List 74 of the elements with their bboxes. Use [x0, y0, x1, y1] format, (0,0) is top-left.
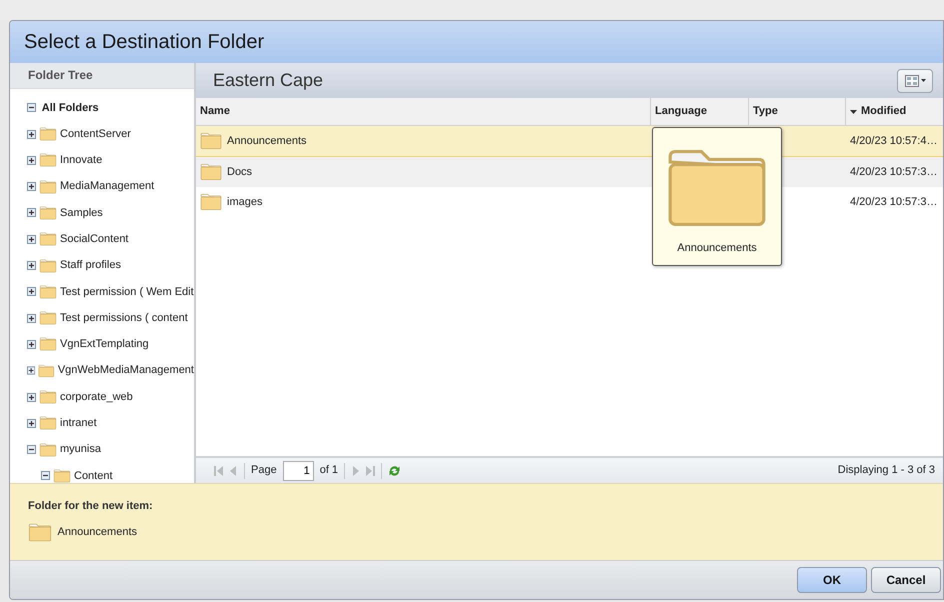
folder-icon [39, 258, 57, 273]
table-cell-text: 4/20/23 10:57:4… [850, 134, 938, 148]
tree-item[interactable]: Samples [60, 204, 103, 222]
tree-item[interactable]: Staff profiles [60, 257, 121, 274]
expand-icon[interactable] [27, 287, 36, 296]
folder-icon [28, 522, 52, 542]
expand-icon[interactable] [27, 182, 36, 192]
destination-label: Folder for the new item: [28, 499, 154, 514]
column-header[interactable]: Language [651, 98, 749, 125]
column-header[interactable]: Type [749, 98, 846, 125]
tree-item[interactable]: MediaManagement [60, 178, 154, 195]
table-cell-text: Announcements [227, 134, 306, 148]
tree-item[interactable]: Content [74, 468, 113, 483]
expand-icon[interactable] [27, 130, 36, 139]
page-field[interactable]: 1 [282, 460, 314, 480]
folder-icon [39, 337, 57, 352]
expand-icon[interactable] [27, 392, 36, 402]
expand-icon[interactable] [27, 418, 36, 428]
folder-icon [39, 153, 57, 168]
ok-button[interactable]: OK [797, 567, 867, 593]
folder-icon [38, 364, 55, 378]
collapse-icon[interactable] [27, 103, 36, 112]
grid-view-icon [904, 74, 918, 86]
tree-item[interactable]: corporate_web [60, 388, 133, 406]
folder-icon [39, 416, 57, 430]
caret-icon [920, 79, 926, 82]
folder-icon [39, 311, 57, 326]
page-label: Page [251, 463, 277, 478]
folder-icon [39, 206, 57, 220]
table-row[interactable]: images 4/20/23 10:57:3… [196, 187, 943, 218]
tree-item[interactable]: SocialContent [60, 230, 128, 248]
tree-item[interactable]: ContentServer [60, 126, 131, 142]
view-button[interactable] [897, 68, 933, 92]
column-header[interactable]: Name [196, 98, 651, 125]
panel-title: Folder Tree [28, 67, 93, 84]
cancel-button[interactable]: Cancel [871, 567, 941, 593]
table-cell-text: 4/20/23 10:57:3… [850, 164, 938, 180]
table-cell-text: images [227, 195, 262, 210]
page-count: of 1 [320, 463, 338, 478]
expand-icon[interactable] [27, 156, 36, 165]
folder-icon [200, 162, 222, 181]
tooltip-label: Announcements [677, 241, 757, 256]
paging-status: Displaying 1 - 3 of 3 [838, 463, 935, 478]
tree-item[interactable]: myunisa [60, 441, 101, 458]
folder-icon [200, 132, 222, 150]
folder-icon [39, 284, 57, 299]
expand-icon[interactable] [27, 366, 36, 376]
folder-icon [39, 390, 57, 404]
folder-icon [200, 193, 222, 212]
folder-icon [39, 127, 57, 142]
destination-folder: Announcements [58, 524, 137, 540]
table-cell-text: Docs [227, 164, 252, 180]
expand-icon[interactable] [27, 340, 36, 349]
table-cell-text: 4/20/23 10:57:3… [850, 195, 938, 210]
expand-icon[interactable] [27, 261, 36, 270]
collapse-icon[interactable] [27, 445, 36, 454]
tree-item[interactable]: All Folders [42, 100, 99, 116]
tree-item[interactable]: Test permissions ( content [60, 310, 188, 326]
collapse-icon[interactable] [41, 471, 50, 480]
tree-item[interactable]: intranet [60, 415, 97, 432]
expand-icon[interactable] [27, 208, 36, 218]
folder-icon [39, 232, 57, 246]
refresh-icon[interactable] [388, 464, 402, 476]
panel-title: Eastern Cape [213, 69, 324, 92]
window-title: Select a Destination Folder [24, 30, 264, 55]
folder-icon [39, 442, 57, 457]
tree-item[interactable]: VgnExtTemplating [60, 336, 149, 353]
tree-item[interactable]: Innovate [60, 152, 102, 169]
tree-item[interactable]: Test permission ( Wem Edit [60, 284, 194, 300]
column-header[interactable]: Modified [846, 98, 943, 125]
expand-icon[interactable] [27, 234, 36, 244]
folder-icon [39, 180, 57, 194]
tree-item[interactable]: VgnWebMediaManagement [58, 362, 194, 379]
expand-icon[interactable] [27, 314, 36, 323]
